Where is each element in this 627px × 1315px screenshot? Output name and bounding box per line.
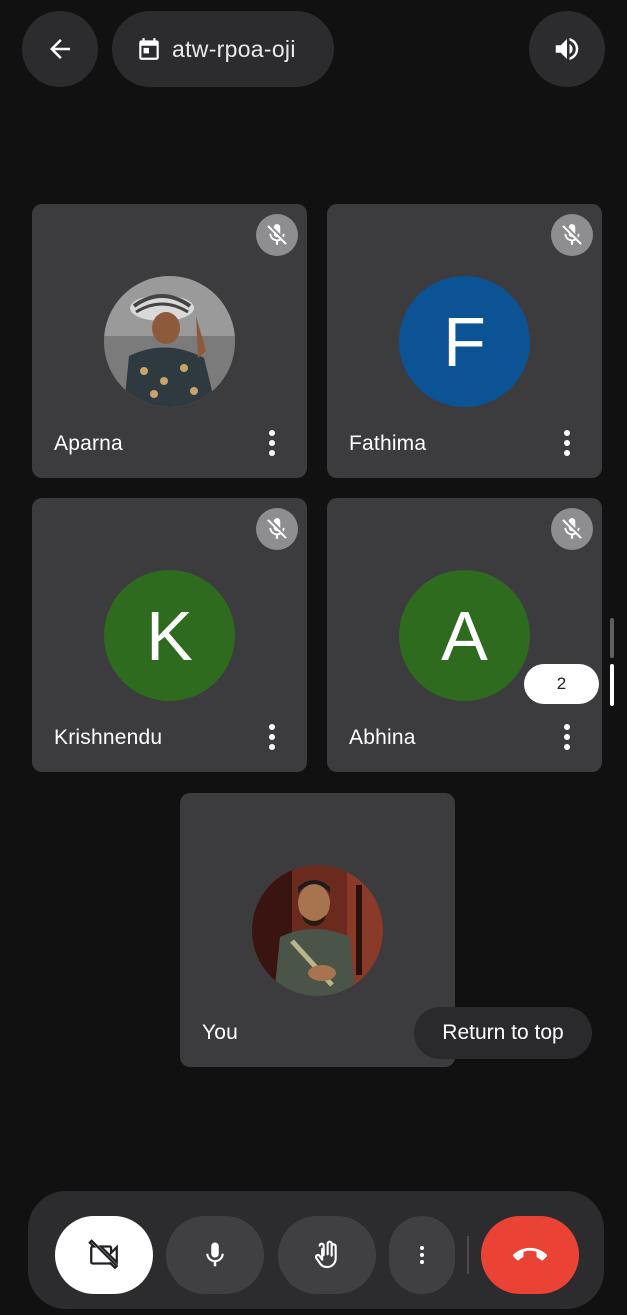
avatar: F [399, 276, 530, 407]
participant-tile-krishnendu[interactable]: K Krishnendu [32, 498, 307, 772]
avatar-letter: A [441, 596, 488, 675]
return-to-top-button[interactable]: Return to top [414, 1007, 592, 1059]
audio-output-button[interactable] [529, 11, 605, 87]
avatar: A [399, 570, 530, 701]
calendar-icon [139, 38, 159, 60]
meeting-code: atw-rpoa-oji [172, 35, 296, 62]
speaker-icon [555, 38, 579, 60]
mic-off-icon [267, 518, 287, 539]
avatar [104, 276, 235, 407]
avatar [252, 865, 383, 996]
video-off-icon [88, 1239, 119, 1270]
participant-options-button[interactable] [261, 722, 283, 752]
participant-name: Aparna [54, 432, 123, 455]
scrollbar-thumb[interactable] [610, 664, 614, 706]
participant-tile-fathima[interactable]: F Fathima [327, 204, 602, 478]
muted-badge [256, 508, 298, 550]
more-vert-icon [564, 724, 570, 730]
camera-toggle-button[interactable] [55, 1216, 153, 1294]
mic-off-icon [562, 224, 582, 245]
mic-off-icon [562, 518, 582, 539]
participant-tile-aparna[interactable]: Aparna [32, 204, 307, 478]
participant-name: Abhina [349, 726, 416, 749]
self-name: You [202, 1021, 239, 1044]
controls-divider [467, 1236, 469, 1274]
participant-options-button[interactable] [261, 428, 283, 458]
avatar-letter: F [443, 302, 486, 381]
participant-tile-abhina[interactable]: A Abhina [327, 498, 602, 772]
arrow-left-icon [50, 39, 70, 59]
participant-options-button[interactable] [556, 428, 578, 458]
avatar-photo [104, 276, 235, 407]
more-vert-icon [564, 430, 570, 436]
more-vert-icon [269, 430, 275, 436]
mic-icon [206, 1242, 224, 1267]
back-button[interactable] [22, 11, 98, 87]
avatar: K [104, 570, 235, 701]
scrollbar-track[interactable] [610, 618, 614, 658]
raise-hand-icon [314, 1240, 337, 1269]
end-call-button[interactable] [481, 1216, 579, 1294]
mic-off-icon [267, 224, 287, 245]
avatar-photo [252, 865, 383, 996]
participant-options-button[interactable] [556, 722, 578, 752]
avatar-letter: K [146, 596, 193, 675]
more-vert-icon [420, 1246, 424, 1264]
muted-badge [551, 508, 593, 550]
more-options-button[interactable] [389, 1216, 455, 1294]
call-end-icon [513, 1247, 547, 1261]
more-vert-icon [269, 724, 275, 730]
microphone-toggle-button[interactable] [166, 1216, 264, 1294]
participant-name: Fathima [349, 432, 427, 455]
meeting-info-chip[interactable]: atw-rpoa-oji [112, 11, 334, 87]
participant-name: Krishnendu [54, 726, 163, 749]
page-indicator: 2 [524, 664, 599, 704]
raise-hand-button[interactable] [278, 1216, 376, 1294]
muted-badge [256, 214, 298, 256]
muted-badge [551, 214, 593, 256]
